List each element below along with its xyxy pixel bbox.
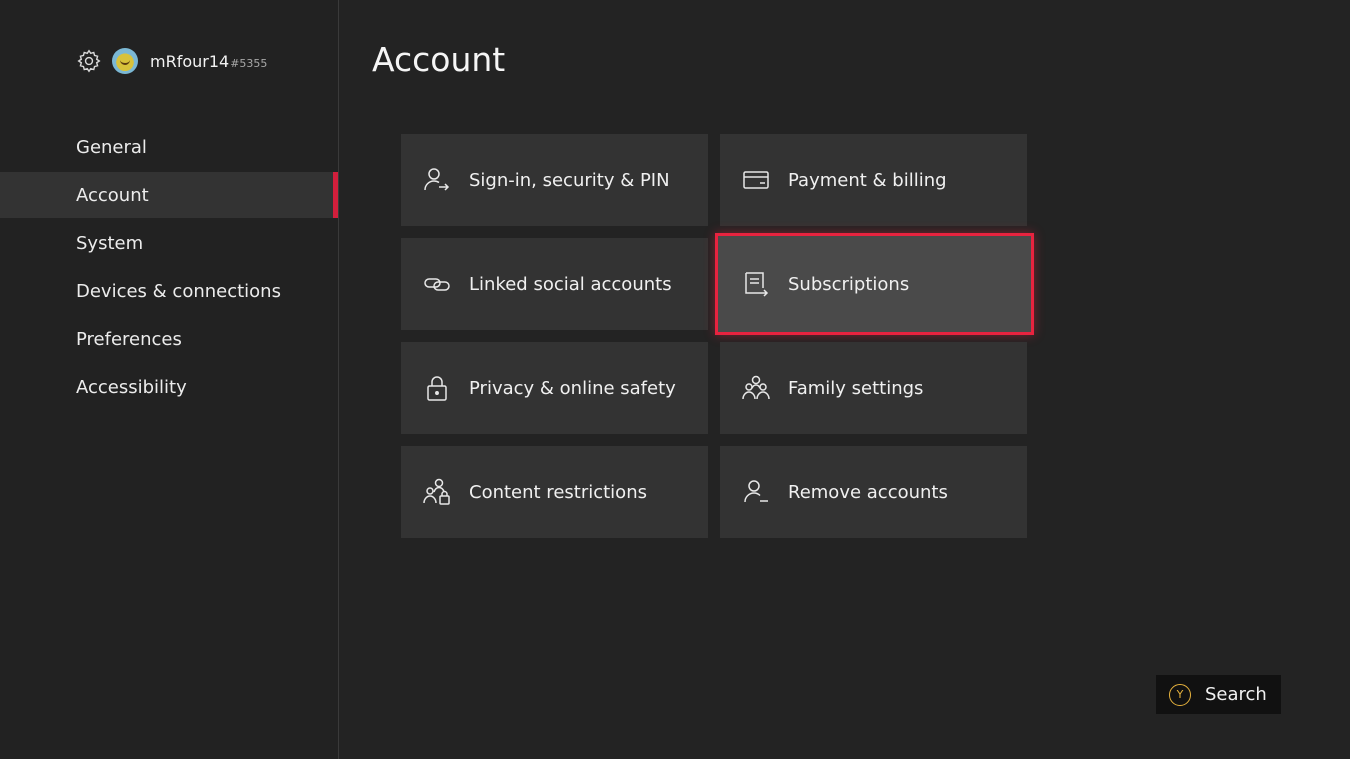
tile-label: Payment & billing	[788, 169, 947, 191]
tile-label: Subscriptions	[788, 273, 910, 295]
nav-item-label: Devices & connections	[76, 280, 281, 302]
gamertag-text: mRfour14	[150, 51, 230, 71]
tile-label: Sign-in, security & PIN	[469, 169, 670, 191]
link-icon	[423, 270, 451, 298]
gear-icon[interactable]	[76, 48, 102, 74]
tile-payment-billing[interactable]: Payment & billing	[720, 134, 1027, 226]
tile-label: Privacy & online safety	[469, 377, 676, 399]
search-label: Search	[1205, 684, 1267, 705]
tile-privacy-online-safety[interactable]: Privacy & online safety	[401, 342, 708, 434]
nav-item-preferences[interactable]: Preferences	[0, 316, 338, 362]
tile-label: Family settings	[788, 377, 924, 399]
people-lock-icon	[423, 478, 451, 506]
nav-item-label: Preferences	[76, 328, 182, 350]
tile-remove-accounts[interactable]: Remove accounts	[720, 446, 1027, 538]
tile-sign-in-security-pin[interactable]: Sign-in, security & PIN	[401, 134, 708, 226]
subscription-icon	[742, 270, 770, 298]
nav-item-label: System	[76, 232, 144, 254]
tile-label: Remove accounts	[788, 481, 948, 503]
lock-icon	[423, 374, 451, 402]
nav-item-accessibility[interactable]: Accessibility	[0, 364, 338, 410]
nav-item-label: Accessibility	[76, 376, 187, 398]
nav-item-label: General	[76, 136, 147, 158]
avatar[interactable]	[112, 48, 138, 74]
sidebar: mRfour14#5355 General Account System Dev…	[0, 0, 339, 759]
search-button[interactable]: Y Search	[1156, 675, 1281, 714]
nav-item-general[interactable]: General	[0, 124, 338, 170]
tile-linked-social-accounts[interactable]: Linked social accounts	[401, 238, 708, 330]
family-icon	[742, 374, 770, 402]
nav-item-devices-connections[interactable]: Devices & connections	[0, 268, 338, 314]
credit-card-icon	[742, 166, 770, 194]
y-button-icon: Y	[1169, 683, 1191, 706]
person-remove-icon	[742, 478, 770, 506]
nav-item-label: Account	[76, 184, 149, 206]
settings-nav: General Account System Devices & connect…	[0, 124, 338, 412]
person-arrow-icon	[423, 166, 451, 194]
gamertag: mRfour14#5355	[150, 52, 267, 71]
nav-item-account[interactable]: Account	[0, 172, 338, 218]
tile-subscriptions[interactable]: Subscriptions	[715, 233, 1034, 335]
tile-label: Linked social accounts	[469, 273, 672, 295]
tile-content-restrictions[interactable]: Content restrictions	[401, 446, 708, 538]
page-title: Account	[372, 40, 506, 79]
profile-header: mRfour14#5355	[76, 46, 267, 76]
tile-family-settings[interactable]: Family settings	[720, 342, 1027, 434]
tile-label: Content restrictions	[469, 481, 647, 503]
gamertag-suffix: #5355	[230, 56, 268, 70]
nav-item-system[interactable]: System	[0, 220, 338, 266]
